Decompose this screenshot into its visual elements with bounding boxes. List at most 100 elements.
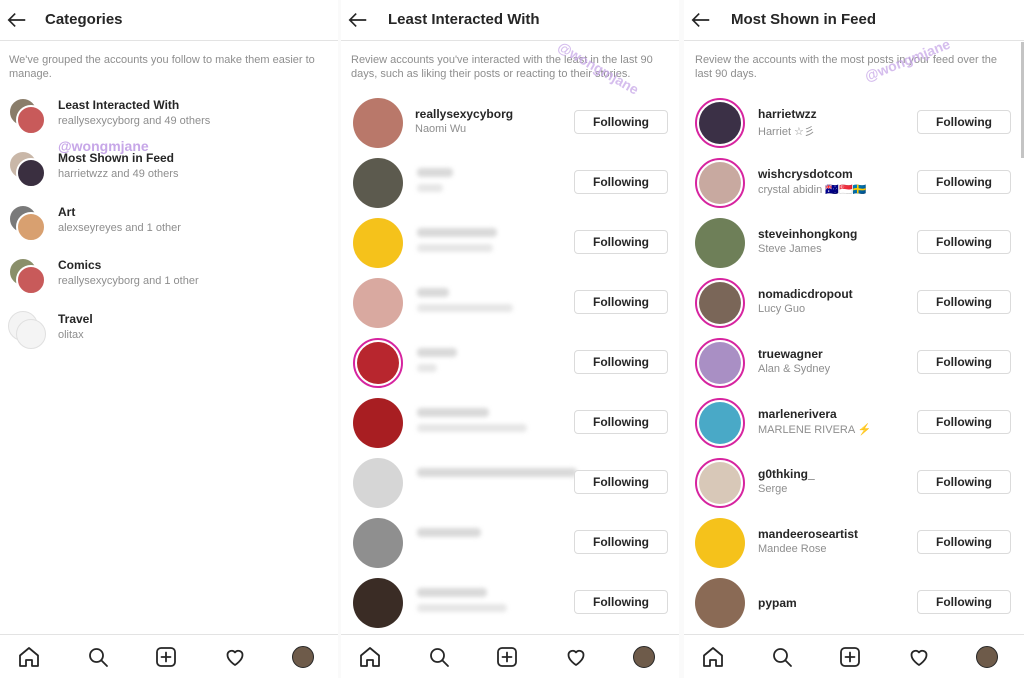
back-arrow-icon[interactable]	[690, 9, 712, 31]
avatar[interactable]	[695, 578, 745, 628]
new-post-icon[interactable]	[154, 645, 178, 669]
back-arrow-icon[interactable]	[6, 9, 28, 31]
home-icon[interactable]	[17, 645, 41, 669]
avatar-image	[353, 98, 403, 148]
following-button[interactable]: Following	[574, 470, 668, 494]
username[interactable]: nomadicdropout	[758, 287, 853, 301]
activity-heart-icon[interactable]	[564, 645, 588, 669]
username[interactable]: mandeeroseartist	[758, 527, 858, 541]
avatar[interactable]	[353, 518, 403, 568]
category-item[interactable]: Comics reallysexycyborg and 1 other	[0, 257, 338, 307]
avatar[interactable]	[695, 338, 745, 388]
following-button[interactable]: Following	[917, 530, 1011, 554]
activity-heart-icon[interactable]	[907, 645, 931, 669]
avatar[interactable]	[353, 158, 403, 208]
avatar-image	[699, 102, 741, 144]
blurred-username	[417, 468, 577, 477]
category-subtitle: harrietwzz and 49 others	[58, 168, 179, 180]
following-button[interactable]: Following	[917, 290, 1011, 314]
following-button[interactable]: Following	[574, 110, 668, 134]
least-interacted-screen: Least Interacted With Review accounts yo…	[341, 0, 679, 678]
avatar-image	[695, 218, 745, 268]
account-row: Following	[341, 338, 679, 398]
avatar-image	[357, 342, 399, 384]
following-button[interactable]: Following	[574, 230, 668, 254]
following-button[interactable]: Following	[574, 410, 668, 434]
back-arrow-icon[interactable]	[347, 9, 369, 31]
category-item[interactable]: Art alexseyreyes and 1 other	[0, 204, 338, 254]
username[interactable]: pypam	[758, 596, 797, 610]
new-post-icon[interactable]	[495, 645, 519, 669]
username[interactable]: wishcrysdotcom	[758, 167, 853, 181]
profile-avatar[interactable]	[976, 646, 998, 668]
username[interactable]: steveinhongkong	[758, 227, 857, 241]
avatar[interactable]	[695, 98, 745, 148]
blurred-full-name	[417, 304, 513, 312]
full-name: MARLENE RIVERA ⚡	[758, 424, 872, 436]
account-row: Following	[341, 278, 679, 338]
avatar	[16, 105, 46, 135]
avatar[interactable]	[353, 398, 403, 448]
following-button[interactable]: Following	[574, 350, 668, 374]
avatar[interactable]	[353, 338, 403, 388]
following-button[interactable]: Following	[917, 350, 1011, 374]
full-name: Harriet ☆彡	[758, 126, 815, 138]
avatar[interactable]	[695, 518, 745, 568]
following-button[interactable]: Following	[917, 230, 1011, 254]
category-item[interactable]: Most Shown in Feed harrietwzz and 49 othe…	[0, 150, 338, 200]
avatar-image	[699, 162, 741, 204]
username[interactable]: harrietwzz	[758, 107, 817, 121]
avatar-image	[695, 518, 745, 568]
avatar[interactable]	[695, 278, 745, 328]
avatar[interactable]	[353, 458, 403, 508]
blurred-username	[417, 348, 457, 357]
full-name: Steve James	[758, 243, 822, 255]
avatar[interactable]	[353, 98, 403, 148]
username[interactable]: marlenerivera	[758, 407, 837, 421]
avatar[interactable]	[695, 398, 745, 448]
blurred-username	[417, 228, 497, 237]
avatar[interactable]	[353, 278, 403, 328]
following-button[interactable]: Following	[917, 590, 1011, 614]
following-button[interactable]: Following	[917, 170, 1011, 194]
profile-avatar[interactable]	[292, 646, 314, 668]
username[interactable]: truewagner	[758, 347, 823, 361]
avatar[interactable]	[695, 458, 745, 508]
avatar[interactable]	[695, 158, 745, 208]
account-row: Following	[341, 218, 679, 278]
home-icon[interactable]	[358, 645, 382, 669]
avatar-image	[353, 578, 403, 628]
activity-heart-icon[interactable]	[223, 645, 247, 669]
username[interactable]: reallysexycyborg	[415, 107, 513, 121]
avatar[interactable]	[695, 218, 745, 268]
following-button[interactable]: Following	[917, 110, 1011, 134]
profile-avatar[interactable]	[633, 646, 655, 668]
full-name: Lucy Guo	[758, 303, 806, 315]
avatar[interactable]	[353, 218, 403, 268]
avatar-image	[699, 342, 741, 384]
username[interactable]: g0thking_	[758, 467, 815, 481]
account-row: nomadicdropout Lucy Guo Following	[684, 278, 1024, 338]
category-name: Art	[58, 205, 76, 219]
category-avatar-stack	[6, 204, 50, 248]
avatar[interactable]	[353, 578, 403, 628]
category-subtitle: reallysexycyborg and 1 other	[58, 275, 199, 287]
following-button[interactable]: Following	[574, 170, 668, 194]
search-icon[interactable]	[427, 645, 451, 669]
account-row: truewagner Alan & Sydney Following	[684, 338, 1024, 398]
new-post-icon[interactable]	[838, 645, 862, 669]
following-button[interactable]: Following	[574, 530, 668, 554]
following-button[interactable]: Following	[574, 590, 668, 614]
following-button[interactable]: Following	[574, 290, 668, 314]
full-name: crystal abidin 🇦🇺🇸🇬🇸🇪	[758, 184, 867, 196]
category-avatar-stack	[6, 311, 50, 355]
home-icon[interactable]	[701, 645, 725, 669]
category-item[interactable]: Travel olitax	[0, 311, 338, 361]
account-row: g0thking_ Serge Following	[684, 458, 1024, 518]
search-icon[interactable]	[770, 645, 794, 669]
search-icon[interactable]	[86, 645, 110, 669]
categories-screen: Categories We've grouped the accounts yo…	[0, 0, 338, 678]
following-button[interactable]: Following	[917, 470, 1011, 494]
category-item[interactable]: Least Interacted With reallysexycyborg an…	[0, 97, 338, 147]
following-button[interactable]: Following	[917, 410, 1011, 434]
